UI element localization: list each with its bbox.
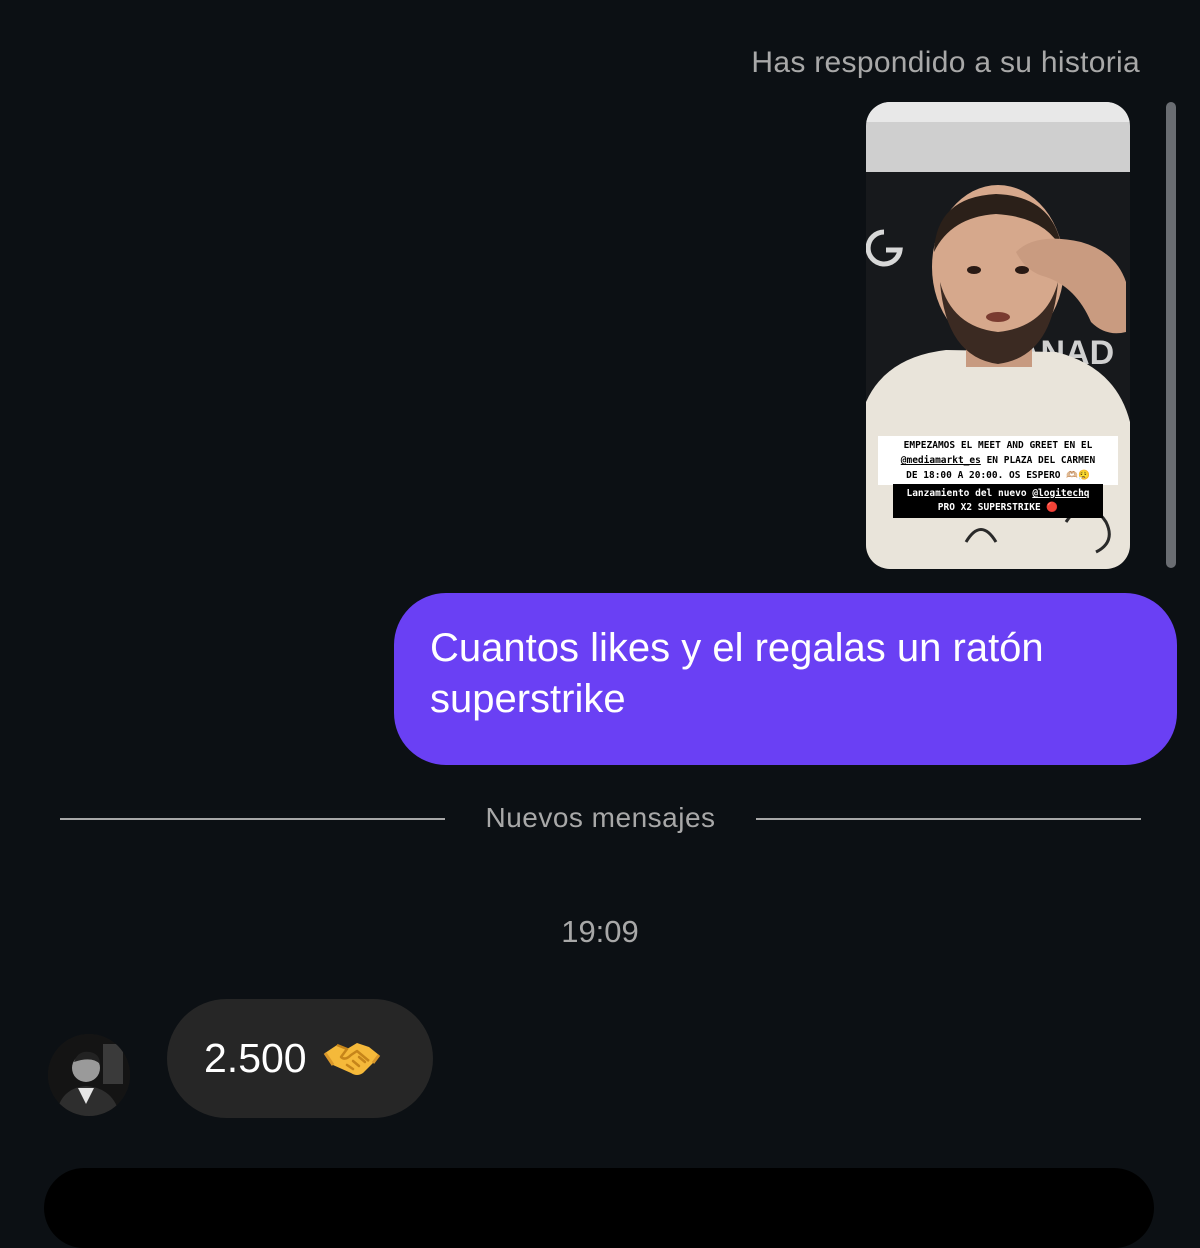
received-message-bubble[interactable]: 2.500 [167,999,433,1118]
handshake-icon [323,1039,381,1079]
message-timestamp: 19:09 [561,914,639,949]
received-message-text: 2.500 [204,1035,307,1081]
divider-label: Nuevos mensajes [485,802,716,833]
avatar[interactable] [48,1034,130,1116]
divider-line-right [756,818,1141,820]
sent-message-bubble[interactable]: Cuantos likes y el regalas un ratón supe… [394,593,1177,765]
story-caption-line2: EN PLAZA DEL CARMEN [980,455,1096,466]
story-mention-mediamarkt: @mediamarkt_es [900,455,981,466]
story-launch-prefix: Lanzamiento del nuevo [906,488,1033,499]
message-composer[interactable] [44,1168,1154,1248]
scrollbar-thumb[interactable] [1166,102,1176,568]
new-messages-divider: Nuevos mensajes [60,802,1141,838]
story-caption-line1: EMPEZAMOS EL MEET AND GREET EN EL [903,440,1093,451]
divider-line-left [60,818,445,820]
story-caption-meet-greet: EMPEZAMOS EL MEET AND GREET EN EL @media… [878,436,1118,485]
avatar-photo [48,1034,130,1116]
story-mention-logitech: @logitechq [1032,488,1090,499]
story-launch-line2: PRO X2 SUPERSTRIKE 🔴 [937,502,1059,513]
story-caption-line3: DE 18:00 A 20:00. OS ESPERO 🫶🏼😮‍💨 [906,470,1090,481]
story-caption-launch: Lanzamiento del nuevo @logitechq PRO X2 … [893,484,1103,518]
story-reply-note: Has respondido a su historia [751,46,1140,79]
story-preview-card[interactable]: ANAD EMPEZAMOS EL MEET AND GREET EN EL @… [866,102,1130,569]
